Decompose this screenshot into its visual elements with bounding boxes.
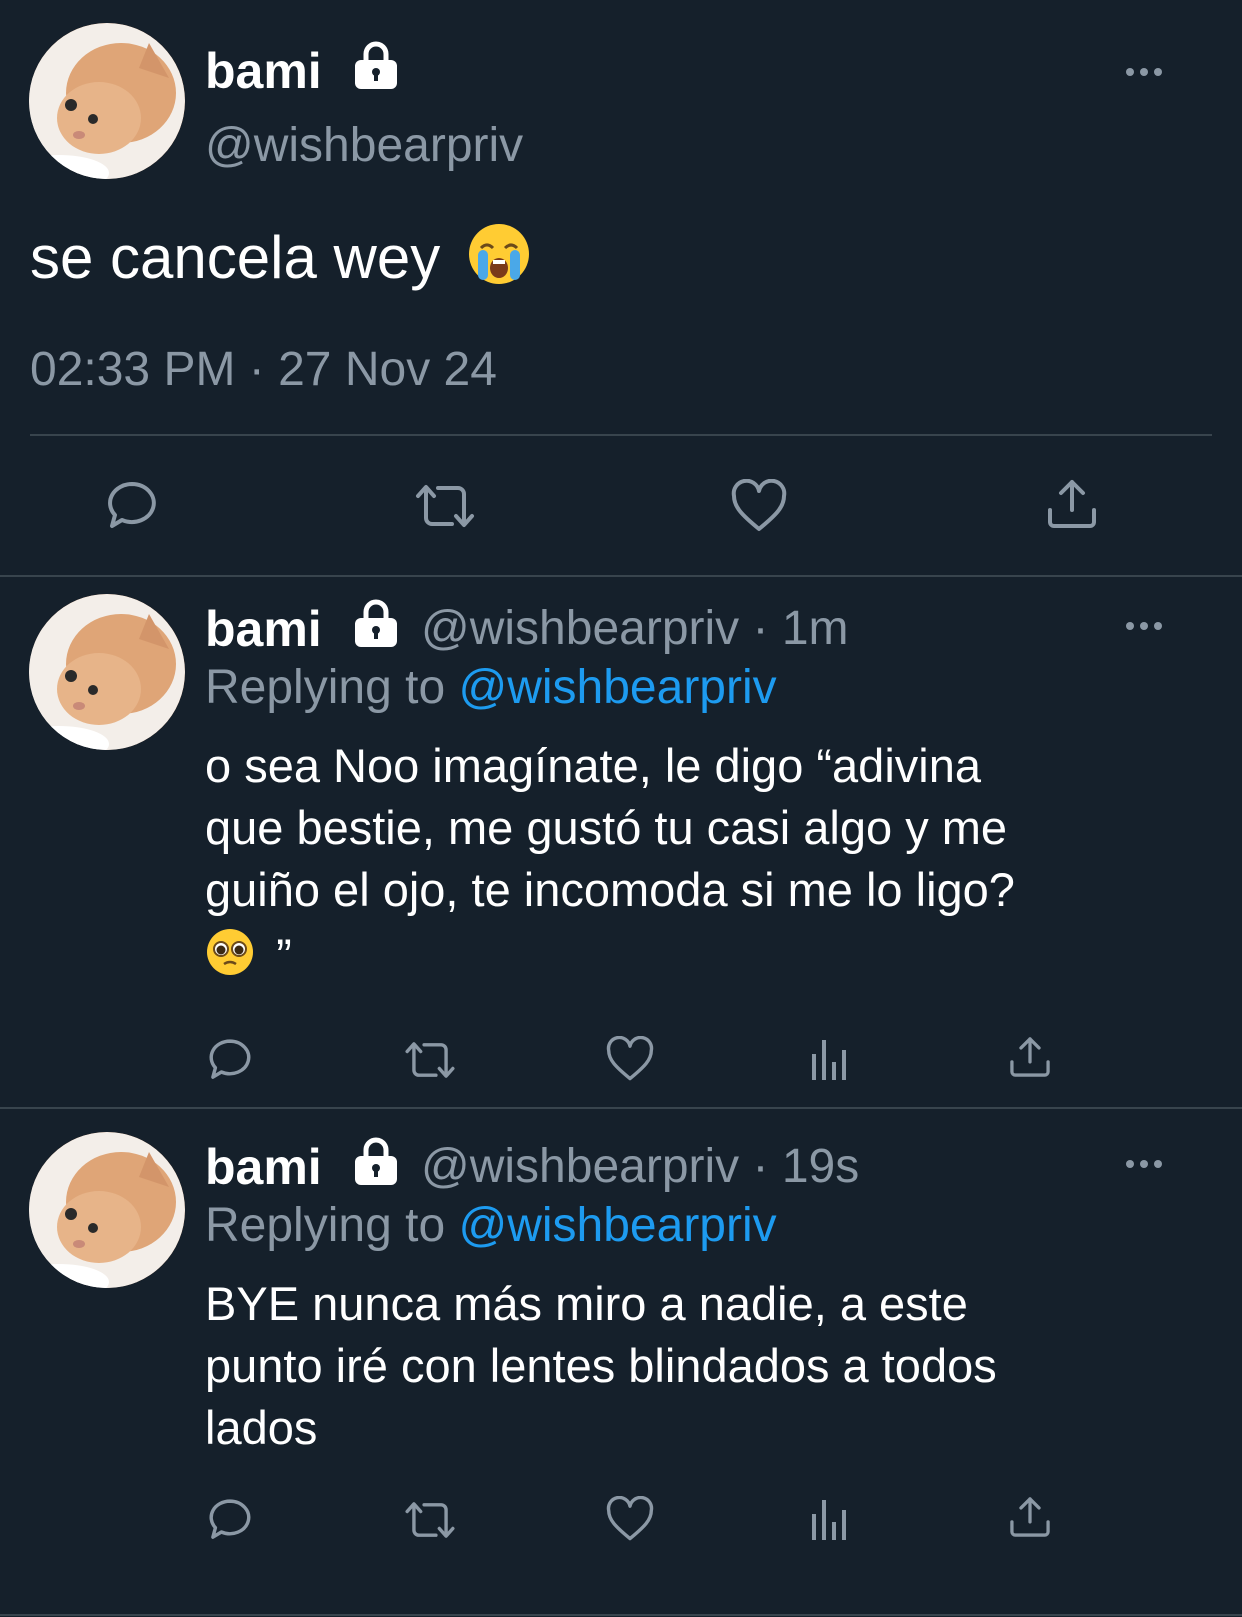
more-options-icon[interactable] — [1124, 614, 1164, 643]
tweet-text-line: o sea Noo imagínate, le digo “adivina — [205, 739, 981, 792]
like-icon[interactable] — [730, 479, 788, 533]
replying-to: Replying to @wishbearpriv — [205, 660, 777, 715]
loudly-crying-face-icon — [467, 222, 531, 302]
replying-to-label: Replying to — [205, 661, 446, 714]
tweet-text-line: ” — [205, 925, 1215, 992]
more-options-icon[interactable] — [1124, 60, 1164, 89]
kitten-avatar-image — [29, 23, 185, 179]
replying-to-handle-link[interactable]: @wishbearpriv — [458, 1199, 776, 1252]
lock-icon — [351, 1136, 401, 1191]
display-name[interactable]: bami — [205, 1138, 322, 1196]
tweet-text-line: lados — [205, 1401, 318, 1454]
display-name[interactable]: bami — [205, 42, 322, 100]
divider — [0, 1107, 1242, 1109]
avatar[interactable] — [29, 23, 185, 179]
kitten-avatar-image — [29, 1132, 185, 1288]
display-name[interactable]: bami — [205, 600, 322, 658]
like-icon[interactable] — [605, 1036, 655, 1082]
retweet-icon[interactable] — [412, 480, 478, 532]
divider — [30, 434, 1212, 436]
kitten-avatar-image — [29, 594, 185, 750]
tweet-text-line: que bestie, me gustó tu casi algo y me — [205, 801, 1008, 854]
lock-icon — [351, 598, 401, 653]
analytics-icon[interactable] — [810, 1036, 850, 1082]
tweet-text-line: punto iré con lentes blindados a todos — [205, 1339, 997, 1392]
like-icon[interactable] — [605, 1496, 655, 1542]
tweet-text: BYE nunca más miro a nadie, a este punto… — [205, 1273, 1215, 1459]
handle-and-time[interactable]: @wishbearpriv · 19s — [421, 1139, 859, 1194]
closing-quote: ” — [276, 929, 292, 982]
divider — [0, 1614, 1242, 1616]
analytics-icon[interactable] — [810, 1496, 850, 1542]
divider — [0, 575, 1242, 577]
reply-icon[interactable] — [206, 1036, 254, 1084]
tweet-text: se cancela wey — [30, 222, 531, 302]
retweet-icon[interactable] — [402, 1038, 458, 1082]
tweet-text-line: BYE nunca más miro a nadie, a este — [205, 1277, 968, 1330]
more-options-icon[interactable] — [1124, 1152, 1164, 1181]
lock-icon — [351, 40, 401, 95]
share-icon[interactable] — [1007, 1034, 1053, 1080]
share-icon[interactable] — [1044, 476, 1100, 532]
retweet-icon[interactable] — [402, 1498, 458, 1542]
avatar[interactable] — [29, 594, 185, 750]
tweet-text: o sea Noo imagínate, le digo “adivina qu… — [205, 735, 1215, 992]
handle[interactable]: @wishbearpriv — [205, 118, 523, 173]
reply-icon[interactable] — [104, 478, 160, 534]
replying-to-handle-link[interactable]: @wishbearpriv — [458, 661, 776, 714]
tweet-text-content: se cancela wey — [30, 224, 441, 291]
tweet-text-line: guiño el ojo, te incomoda si me lo ligo? — [205, 863, 1015, 916]
reply-icon[interactable] — [206, 1496, 254, 1544]
timestamp[interactable]: 02:33 PM · 27 Nov 24 — [30, 342, 497, 397]
pleading-face-icon — [205, 927, 255, 992]
handle-and-time[interactable]: @wishbearpriv · 1m — [421, 601, 849, 656]
avatar[interactable] — [29, 1132, 185, 1288]
replying-to: Replying to @wishbearpriv — [205, 1198, 777, 1253]
share-icon[interactable] — [1007, 1494, 1053, 1540]
replying-to-label: Replying to — [205, 1199, 446, 1252]
